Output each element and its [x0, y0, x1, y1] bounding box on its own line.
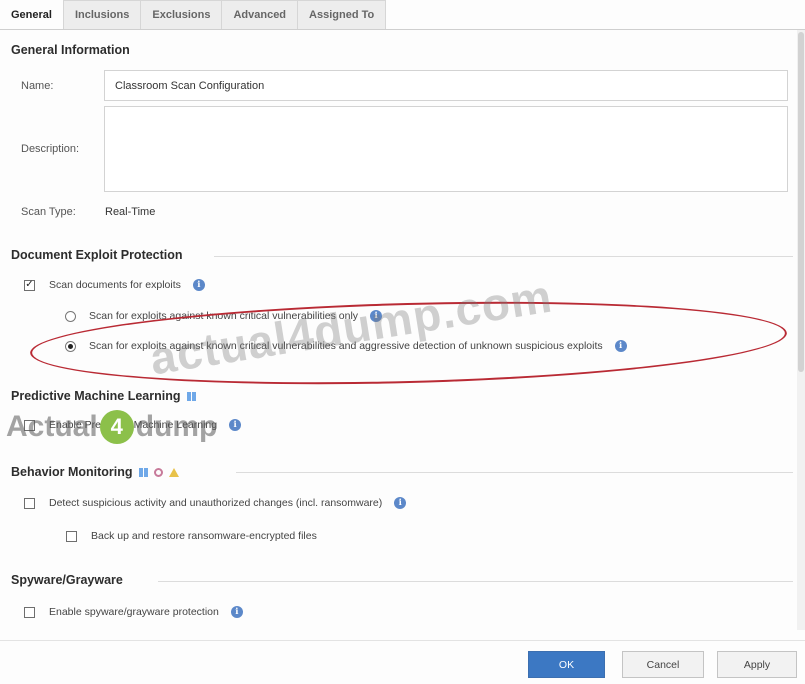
spyware-grayware-heading: Spyware/Grayware: [11, 573, 123, 587]
ok-button[interactable]: OK: [528, 651, 605, 678]
windows-icon: [186, 391, 196, 401]
spyware-option: Enable spyware/grayware protection i: [24, 606, 243, 618]
watermark-url: actual4dump.com: [146, 269, 556, 385]
info-icon[interactable]: i: [229, 419, 242, 431]
spyware-label: Enable spyware/grayware protection: [49, 606, 219, 618]
tab-divider: [0, 29, 805, 30]
radio-selected-dot: [68, 343, 73, 349]
info-icon[interactable]: i: [370, 310, 383, 322]
scan-documents-label: Scan documents for exploits: [49, 279, 181, 291]
section-divider: [214, 256, 793, 257]
predictive-ml-heading: Predictive Machine Learning: [11, 389, 196, 403]
windows-icon: [138, 467, 148, 477]
scan-type-value: Real-Time: [105, 206, 156, 218]
scrollbar-thumb[interactable]: [798, 32, 804, 372]
scan-type-label: Scan Type:: [21, 206, 76, 218]
info-icon[interactable]: i: [230, 606, 243, 618]
backup-restore-checkbox[interactable]: [66, 530, 77, 542]
aggressive-detection-radio[interactable]: [65, 340, 76, 352]
scan-documents-option: ✓ Scan documents for exploits i: [24, 279, 205, 291]
known-vulnerabilities-option: Scan for exploits against known critical…: [65, 310, 383, 322]
tab-exclusions[interactable]: Exclusions: [141, 0, 223, 29]
info-icon[interactable]: i: [394, 497, 407, 509]
tab-inclusions[interactable]: Inclusions: [63, 0, 142, 29]
predictive-ml-label: Enable Predictive Machine Learning: [49, 419, 218, 431]
tab-general[interactable]: General: [0, 0, 64, 29]
section-divider: [158, 581, 793, 582]
tab-bar: General Inclusions Exclusions Advanced A…: [0, 0, 387, 30]
name-label: Name:: [21, 80, 54, 92]
warning-icon: [168, 467, 179, 477]
document-exploit-heading: Document Exploit Protection: [11, 248, 183, 262]
tab-advanced[interactable]: Advanced: [222, 0, 299, 29]
mac-icon: [153, 467, 163, 477]
info-icon[interactable]: i: [614, 340, 627, 352]
spyware-checkbox[interactable]: [24, 606, 35, 618]
backup-restore-option: Back up and restore ransomware-encrypted…: [66, 530, 317, 542]
apply-button[interactable]: Apply: [717, 651, 797, 678]
predictive-ml-checkbox[interactable]: [24, 419, 35, 431]
detect-suspicious-checkbox[interactable]: [24, 497, 35, 509]
behavior-monitoring-heading: Behavior Monitoring: [11, 465, 179, 479]
detect-suspicious-label: Detect suspicious activity and unauthori…: [49, 497, 383, 509]
aggressive-detection-option: Scan for exploits against known critical…: [65, 340, 627, 352]
general-information-heading: General Information: [11, 43, 130, 57]
info-icon[interactable]: i: [192, 279, 205, 291]
footer-divider: [0, 640, 805, 641]
scan-documents-checkbox[interactable]: ✓: [24, 279, 35, 291]
backup-restore-label: Back up and restore ransomware-encrypted…: [91, 530, 317, 542]
known-vulnerabilities-label: Scan for exploits against known critical…: [89, 310, 359, 322]
detect-suspicious-option: Detect suspicious activity and unauthori…: [24, 497, 407, 509]
predictive-ml-option: Enable Predictive Machine Learning i: [24, 419, 242, 431]
aggressive-detection-label: Scan for exploits against known critical…: [89, 340, 603, 352]
cancel-button[interactable]: Cancel: [622, 651, 704, 678]
section-divider: [236, 472, 793, 473]
name-input[interactable]: [104, 70, 788, 101]
description-label: Description:: [21, 143, 80, 155]
known-vulnerabilities-radio[interactable]: [65, 310, 76, 322]
description-textarea[interactable]: [104, 106, 788, 192]
tab-assigned-to[interactable]: Assigned To: [298, 0, 387, 29]
